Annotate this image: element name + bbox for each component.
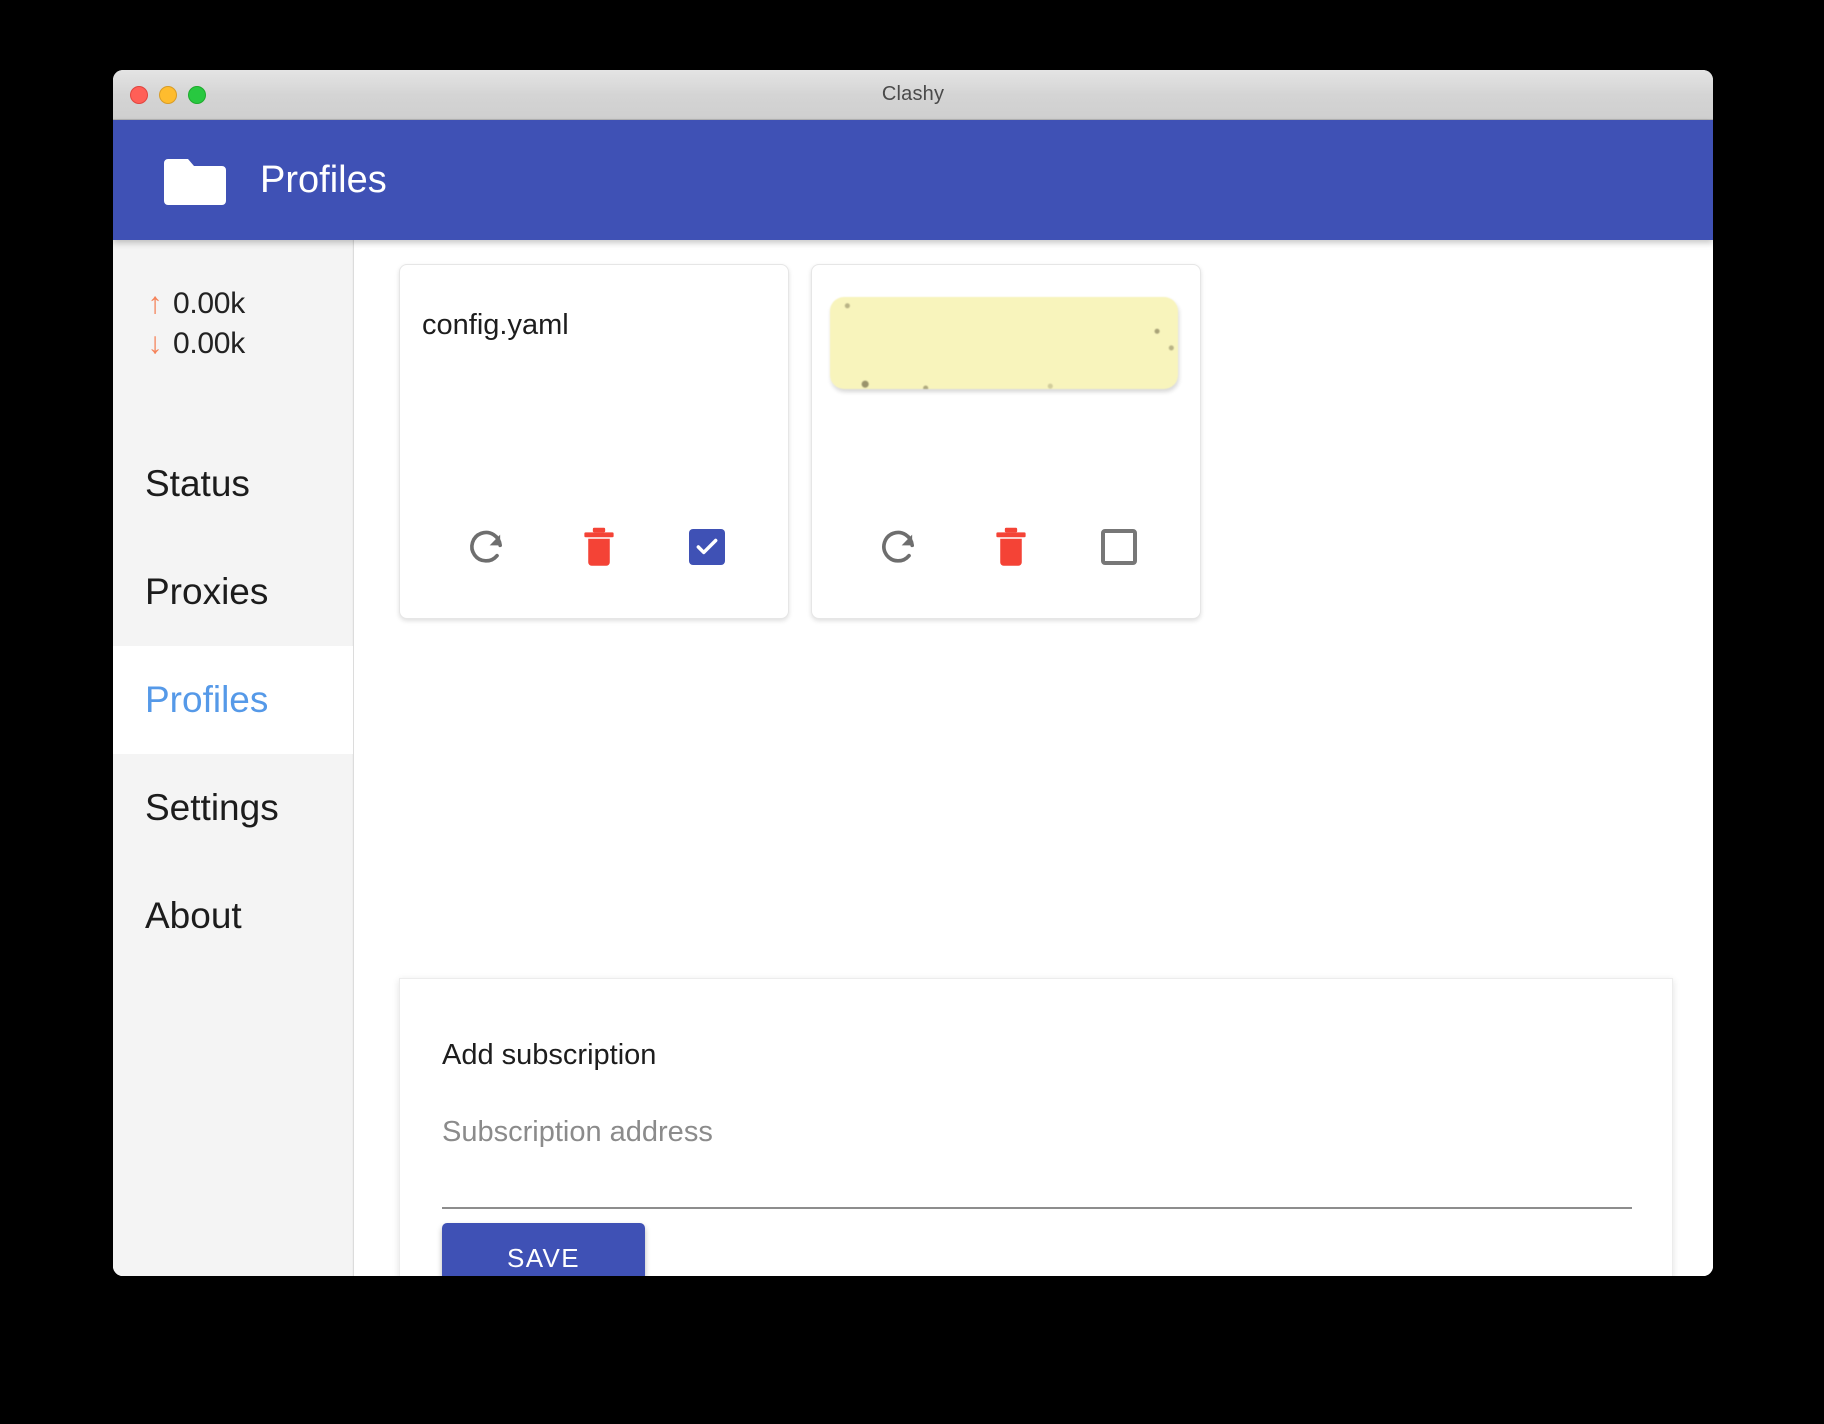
profile-select-checkbox[interactable] <box>1100 529 1137 565</box>
traffic-speed-panel: ↑ 0.00k ↓ 0.00k <box>113 240 353 364</box>
profile-card[interactable] <box>811 264 1201 619</box>
app-body: Profiles ↑ 0.00k ↓ 0.00k Status Proxies … <box>113 120 1713 1276</box>
main-content: config.yaml Add subscription Subscriptio… <box>355 240 1713 1276</box>
save-button[interactable]: SAVE <box>442 1223 645 1276</box>
sidebar-item-proxies[interactable]: Proxies <box>113 538 353 646</box>
download-arrow-icon: ↓ <box>147 327 163 360</box>
sidebar: ↑ 0.00k ↓ 0.00k Status Proxies Profiles … <box>113 240 354 1276</box>
profile-card-list: config.yaml <box>355 240 1713 619</box>
profile-select-checkbox[interactable] <box>688 529 725 565</box>
profile-card-actions <box>812 524 1200 618</box>
sidebar-item-label: Proxies <box>145 571 269 612</box>
sidebar-item-label: Status <box>145 463 250 504</box>
download-speed-row: ↓ 0.00k <box>145 324 353 364</box>
profile-card[interactable]: config.yaml <box>399 264 789 619</box>
folder-icon <box>164 155 226 205</box>
page-title: Profiles <box>260 158 387 201</box>
download-speed-value: 0.00k <box>173 327 245 360</box>
trash-icon[interactable] <box>576 524 622 570</box>
window-titlebar: Clashy <box>113 70 1713 120</box>
trash-icon[interactable] <box>988 524 1034 570</box>
sidebar-item-about[interactable]: About <box>113 862 353 970</box>
maximize-window-button[interactable] <box>188 86 206 104</box>
close-window-button[interactable] <box>130 86 148 104</box>
add-subscription-heading: Add subscription <box>442 1039 657 1071</box>
upload-speed-value: 0.00k <box>173 287 245 320</box>
sidebar-item-label: Profiles <box>145 679 269 720</box>
window-title: Clashy <box>881 83 945 105</box>
minimize-window-button[interactable] <box>159 86 177 104</box>
sidebar-item-label: Settings <box>145 787 279 828</box>
sidebar-item-label: About <box>145 895 242 936</box>
sidebar-item-status[interactable]: Status <box>113 430 353 538</box>
traffic-light-group <box>130 70 206 120</box>
screen: Clashy Profiles ↑ 0.00k ↓ 0.00k Status P… <box>0 0 1824 1424</box>
refresh-icon[interactable] <box>463 524 509 570</box>
add-subscription-card: Add subscription SAVE <box>399 978 1673 1276</box>
upload-arrow-icon: ↑ <box>147 287 163 320</box>
sidebar-item-profiles[interactable]: Profiles <box>113 646 353 754</box>
app-bar: Profiles <box>113 120 1713 240</box>
upload-speed-row: ↑ 0.00k <box>145 284 353 324</box>
profile-name: config.yaml <box>422 309 569 341</box>
sidebar-item-settings[interactable]: Settings <box>113 754 353 862</box>
subscription-address-input[interactable] <box>442 1116 1632 1209</box>
refresh-icon[interactable] <box>875 524 921 570</box>
redacted-profile-name <box>830 297 1178 389</box>
app-window: Clashy Profiles ↑ 0.00k ↓ 0.00k Status P… <box>113 70 1713 1276</box>
profile-card-actions <box>400 524 788 618</box>
sidebar-nav: Status Proxies Profiles Settings About <box>113 430 353 970</box>
